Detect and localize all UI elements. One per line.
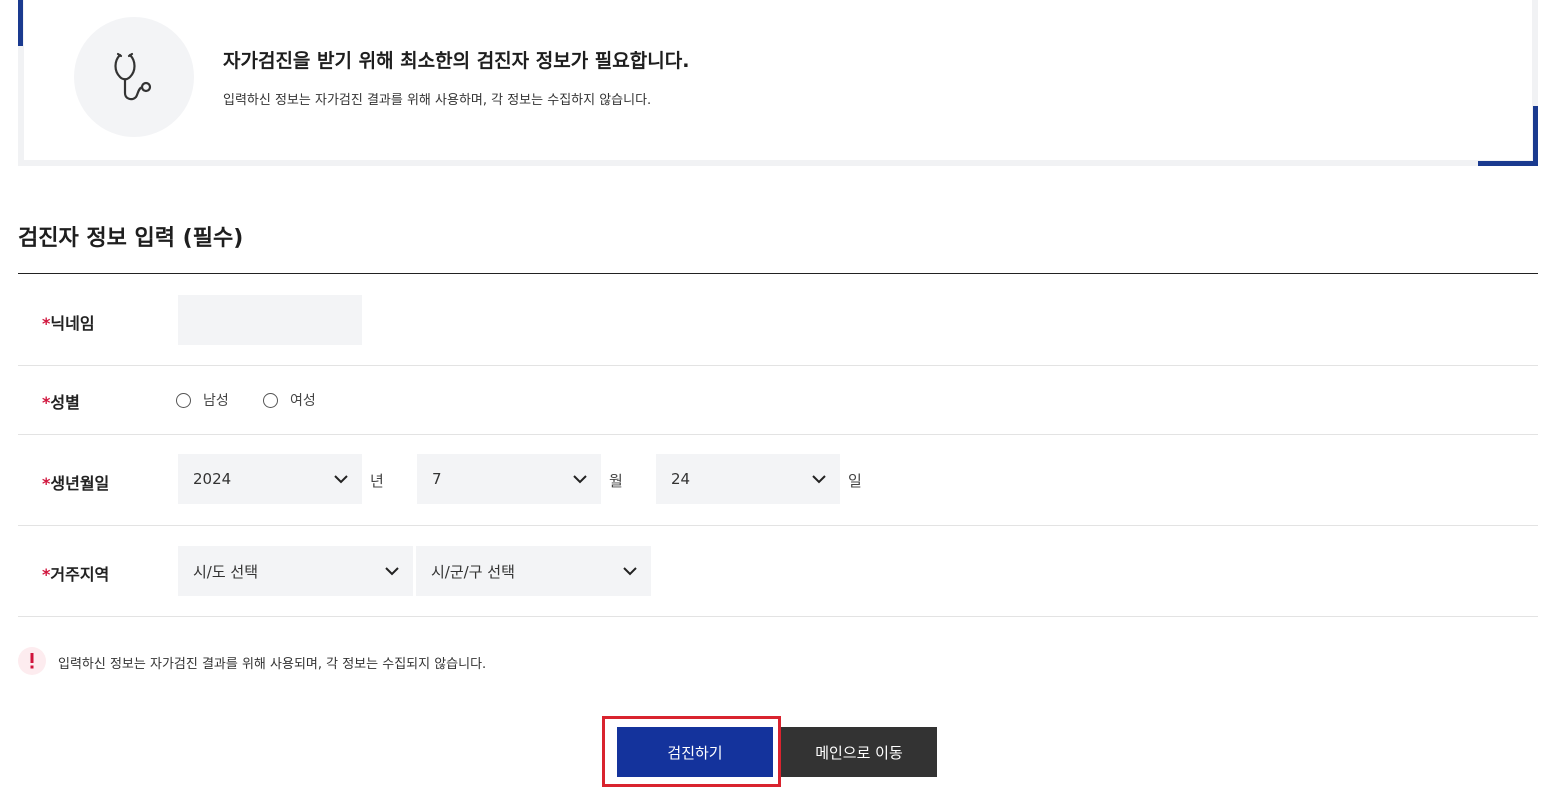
notice-panel (18, 0, 1538, 166)
section-title: 검진자 정보 입력 (필수) (18, 226, 244, 251)
gender-option-male[interactable]: 남성 (203, 390, 229, 410)
notice-corner-accent (1533, 106, 1538, 166)
birth-day-select[interactable]: 24 (656, 454, 840, 504)
province-select[interactable]: 시/도 선택 (178, 546, 413, 596)
chevron-down-icon (812, 474, 826, 483)
gender-label-text: 성별 (50, 393, 80, 412)
form-row-gender: *성별 남성 여성 (18, 366, 1538, 435)
chevron-down-icon (623, 566, 637, 575)
go-main-button[interactable]: 메인으로 이동 (781, 727, 937, 777)
form-row-region: *거주지역 시/도 선택 시/군/구 선택 (18, 526, 1538, 617)
month-unit: 월 (609, 472, 623, 490)
gender-option-female[interactable]: 여성 (290, 390, 316, 410)
chevron-down-icon (334, 474, 348, 483)
year-unit: 년 (370, 472, 384, 490)
notice-corner-accent (1478, 161, 1538, 166)
notice-subtitle: 입력하신 정보는 자가검진 결과를 위해 사용하며, 각 정보는 수집하지 않습… (223, 93, 652, 108)
gender-radio-male[interactable]: 남성 (176, 390, 229, 410)
stethoscope-icon (74, 17, 194, 137)
form-row-birthdate: *생년월일 2024 년 7 월 24 일 (18, 435, 1538, 526)
birthdate-label: *생년월일 (42, 470, 109, 494)
city-placeholder: 시/군/구 선택 (431, 562, 515, 581)
radio-button[interactable] (176, 392, 191, 408)
chevron-down-icon (573, 474, 587, 483)
birth-month-value: 7 (432, 470, 442, 488)
gender-radio-female[interactable]: 여성 (263, 390, 316, 410)
nickname-label: *닉네임 (42, 310, 95, 334)
nickname-label-text: 닉네임 (50, 314, 95, 333)
form-row-nickname: *닉네임 (18, 274, 1538, 366)
notice-banner: 자가검진을 받기 위해 최소한의 검진자 정보가 필요합니다. 입력하신 정보는… (18, 0, 1538, 166)
exclamation-icon (18, 647, 46, 675)
province-placeholder: 시/도 선택 (193, 562, 259, 581)
birth-year-value: 2024 (193, 470, 232, 488)
region-label-text: 거주지역 (50, 565, 110, 584)
notice-title: 자가검진을 받기 위해 최소한의 검진자 정보가 필요합니다. (223, 50, 690, 72)
notice-corner-accent (18, 0, 23, 46)
birth-day-value: 24 (671, 470, 691, 488)
info-text: 입력하신 정보는 자가검진 결과를 위해 사용되며, 각 정보는 수집되지 않습… (58, 657, 487, 672)
gender-label: *성별 (42, 389, 80, 413)
birthdate-label-text: 생년월일 (50, 474, 110, 493)
radio-button[interactable] (263, 392, 278, 408)
submit-checkup-button[interactable]: 검진하기 (617, 727, 773, 777)
city-select[interactable]: 시/군/구 선택 (416, 546, 651, 596)
region-label: *거주지역 (42, 561, 109, 585)
birth-year-select[interactable]: 2024 (178, 454, 362, 504)
birth-month-select[interactable]: 7 (417, 454, 601, 504)
day-unit: 일 (848, 472, 862, 490)
chevron-down-icon (385, 566, 399, 575)
nickname-input[interactable] (178, 295, 362, 345)
